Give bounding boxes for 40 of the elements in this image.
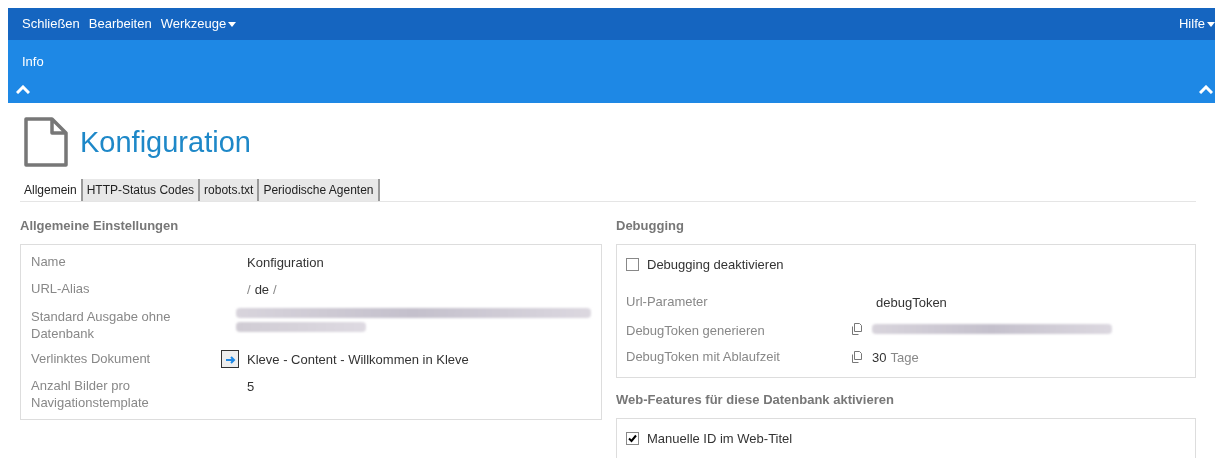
copy-icon[interactable] (850, 321, 864, 336)
separator: / (273, 281, 277, 299)
tab[interactable]: robots.txt (200, 179, 260, 201)
field-value: 30 (872, 348, 887, 367)
check-icon (628, 433, 637, 443)
field-label: DebugToken generieren (626, 321, 766, 339)
page-title: Konfiguration (80, 127, 251, 157)
field-label: DebugToken mit Ablaufzeit (626, 347, 781, 365)
tab[interactable]: HTTP-Status Codes (82, 179, 201, 201)
field-label: Url-Parameter (626, 293, 709, 310)
field-label: Anzahl Bilder pro Navigationstemplate (31, 377, 150, 411)
checkbox[interactable] (626, 431, 639, 445)
collapse-icon[interactable] (1199, 84, 1213, 94)
field-label: Verlinktes Dokument (31, 349, 152, 367)
ribbon-tab[interactable]: Info (22, 52, 44, 72)
document-link-icon[interactable] (221, 350, 239, 369)
field-value: Konfiguration (247, 254, 324, 270)
copy-icon[interactable] (850, 350, 864, 365)
document-link[interactable]: Kleve - Content - Willkommen in Kleve (247, 349, 469, 369)
collapse-icon[interactable] (16, 84, 30, 94)
checkbox[interactable] (626, 257, 639, 271)
unit-label: Tage (890, 348, 919, 367)
section-title: Web-Features für diese Datenbank aktivieren (616, 391, 895, 409)
checkbox-label: Manuelle ID im Web-Titel (647, 429, 793, 448)
menu-item[interactable]: Bearbeiten (88, 14, 152, 34)
separator: / (247, 281, 251, 299)
menu-item[interactable]: Werkzeuge (160, 14, 237, 34)
field-label: Name (31, 252, 67, 270)
tab[interactable]: Periodische Agenten (259, 179, 380, 201)
checkbox-label: Debugging deaktivieren (647, 255, 784, 274)
document-icon (24, 117, 68, 167)
field-value: 5 (247, 379, 255, 394)
section-title: Debugging (616, 217, 685, 235)
menu-item[interactable]: Schließen (22, 14, 80, 34)
field-label: Standard Ausgabe ohne Datenbank (31, 307, 172, 342)
field-label: URL-Alias (31, 280, 91, 297)
section-title: Allgemeine Einstellungen (20, 217, 180, 235)
field-value: de (254, 281, 270, 299)
menu-item[interactable]: Hilfe (1179, 14, 1215, 34)
field-value: debugToken (876, 295, 947, 310)
